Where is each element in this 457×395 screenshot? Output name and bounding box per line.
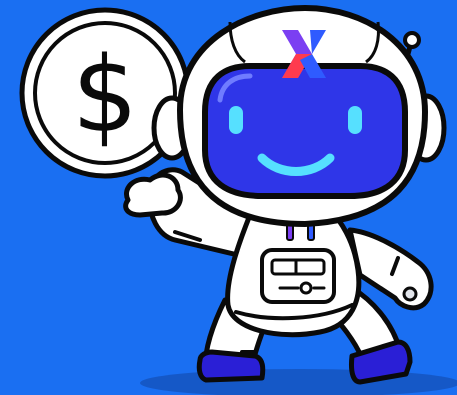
astronaut-mascot (19, 5, 457, 395)
ground-shadow (140, 369, 457, 395)
chest-panel-icon (260, 248, 336, 304)
mascot-illustration: $ (0, 0, 457, 395)
